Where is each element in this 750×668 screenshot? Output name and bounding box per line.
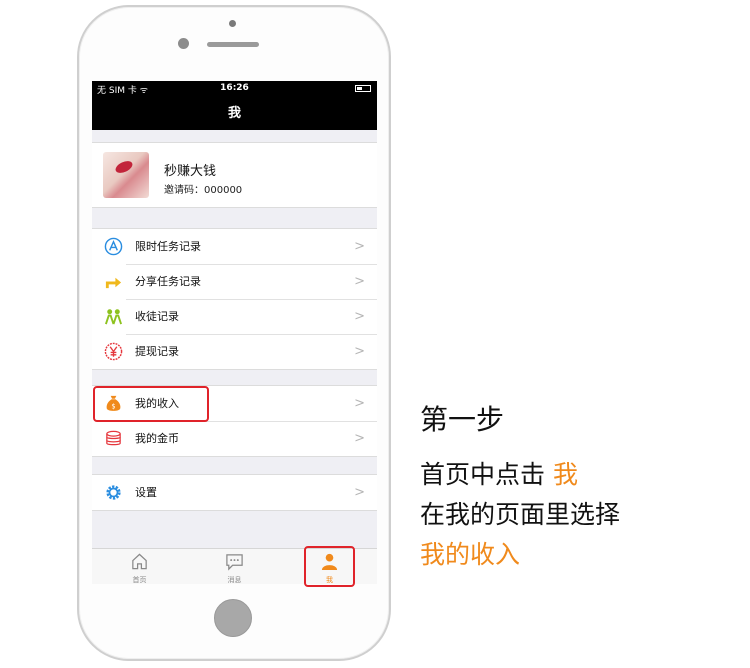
- gear-icon: [106, 485, 121, 500]
- message-icon: [226, 554, 243, 571]
- instruction-line-2: 在我的页面里选择: [420, 500, 621, 529]
- highlight-my-income: [93, 386, 209, 422]
- menu-item-settings[interactable]: 设置 >: [92, 475, 377, 510]
- share-arrow-icon: [105, 277, 122, 289]
- chevron-right-icon: >: [354, 431, 365, 446]
- earpiece-speaker: [207, 42, 259, 47]
- chevron-right-icon: >: [354, 239, 365, 254]
- front-camera: [178, 38, 189, 49]
- tab-home[interactable]: 首页: [92, 549, 187, 584]
- profile-card[interactable]: 秒赚大钱 邀请码：000000: [92, 142, 377, 208]
- profile-name: 秒赚大钱: [164, 164, 217, 179]
- chevron-right-icon: >: [354, 274, 365, 289]
- coin-stack-icon: [106, 430, 121, 446]
- menu-item-apprentice-records[interactable]: 收徒记录 >: [92, 299, 377, 334]
- tab-messages[interactable]: 消息: [187, 549, 282, 584]
- instruction-highlight-me: 我: [552, 460, 578, 489]
- menu-item-label: 限时任务记录: [135, 240, 201, 253]
- chevron-right-icon: >: [354, 396, 365, 411]
- status-bar: 无 SIM 卡 ᯤ 16:26: [92, 81, 377, 97]
- records-menu-group: 限时任务记录 > 分享任务记录 > 收徒记录 > 提现记录 >: [92, 228, 377, 370]
- menu-item-share-task-records[interactable]: 分享任务记录 >: [92, 264, 377, 299]
- step-title: 第一步: [420, 403, 505, 436]
- page-title: 我: [92, 97, 377, 130]
- avatar[interactable]: [103, 152, 149, 198]
- chevron-right-icon: >: [354, 344, 365, 359]
- invite-code: 邀请码：000000: [164, 185, 243, 196]
- people-icon: [104, 309, 123, 325]
- front-sensor: [229, 20, 236, 27]
- settings-menu-group: 设置 >: [92, 474, 377, 511]
- chevron-right-icon: >: [354, 309, 365, 324]
- home-icon: [132, 553, 147, 570]
- instruction-line-3: 我的收入: [420, 540, 521, 569]
- menu-item-label: 收徒记录: [135, 310, 179, 323]
- menu-item-label: 我的金币: [135, 432, 179, 445]
- instruction-line-1: 首页中点击 我: [420, 455, 578, 491]
- battery-icon: [355, 85, 371, 92]
- phone-screen: 无 SIM 卡 ᯤ 16:26 我 秒赚大钱 邀请码：000000 限时任务记录…: [92, 81, 377, 584]
- yen-icon: [104, 342, 123, 361]
- highlight-me-tab: [304, 546, 355, 587]
- chevron-right-icon: >: [354, 485, 365, 500]
- menu-item-withdraw-records[interactable]: 提现记录 >: [92, 334, 377, 369]
- menu-item-label: 提现记录: [135, 345, 179, 358]
- instruction-line-1-prefix: 首页中点击: [420, 460, 546, 489]
- tab-label: 首页: [132, 576, 147, 584]
- menu-item-label: 分享任务记录: [135, 275, 201, 288]
- menu-item-timed-task-records[interactable]: 限时任务记录 >: [92, 229, 377, 264]
- menu-item-my-coins[interactable]: 我的金币 >: [92, 421, 377, 456]
- tab-label: 消息: [227, 576, 242, 584]
- home-button[interactable]: [214, 599, 252, 637]
- status-time: 16:26: [220, 83, 249, 93]
- menu-item-label: 设置: [135, 486, 157, 499]
- app-store-icon: [104, 237, 123, 256]
